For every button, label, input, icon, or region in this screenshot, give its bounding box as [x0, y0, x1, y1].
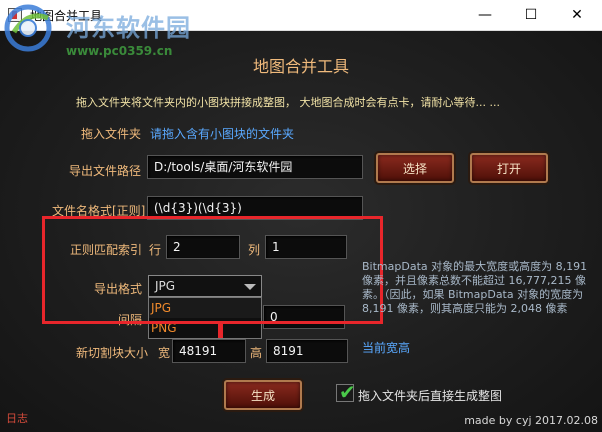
close-button[interactable]: ✕ — [554, 0, 600, 30]
watermark-site-name: 河东软件园 — [66, 13, 191, 42]
maximize-button[interactable]: ☐ — [508, 0, 554, 30]
open-button[interactable]: 打开 — [470, 153, 548, 183]
width-input[interactable]: 48191 — [172, 339, 246, 363]
new-tile-size-label: 新切割块大小 — [76, 346, 149, 360]
check-icon: ✔ — [339, 380, 356, 404]
current-size-link[interactable]: 当前宽高 — [362, 339, 410, 356]
info-text: BitmapData 对象的最大宽度或高度为 8,191 像素，并且像素总数不能… — [362, 260, 588, 315]
highlight-box — [42, 216, 383, 324]
generate-button[interactable]: 生成 — [224, 380, 302, 410]
drag-folder-label: 拖入文件夹 — [81, 127, 142, 141]
choose-button[interactable]: 选择 — [376, 153, 454, 183]
log-link[interactable]: 日志 — [6, 410, 28, 426]
height-input[interactable]: 8191 — [266, 339, 348, 363]
auto-generate-checkbox[interactable]: ✔ — [336, 380, 356, 404]
auto-generate-label: 拖入文件夹后直接生成整图 — [358, 389, 503, 403]
highlight-pointer — [218, 324, 223, 338]
made-by-text: made by cyj 2017.02.08 — [464, 414, 598, 427]
watermark-url: www.pc0359.cn — [66, 44, 173, 58]
intro-text: 拖入文件夹将文件夹内的小图块拼接成整图， 大地图合成时会有点卡，请耐心等待...… — [76, 96, 500, 109]
main-panel: 地图合并工具 拖入文件夹将文件夹内的小图块拼接成整图， 大地图合成时会有点卡，请… — [0, 31, 602, 432]
export-path-label: 导出文件路径 — [69, 164, 142, 178]
drag-folder-hint[interactable]: 请拖入含有小图块的文件夹 — [150, 125, 294, 142]
export-path-input[interactable]: D:/tools/桌面/河东软件园 — [147, 155, 363, 179]
minimize-button[interactable]: — — [462, 0, 508, 30]
watermark-logo-icon — [4, 4, 52, 52]
height-label: 高 — [250, 346, 263, 360]
width-label: 宽 — [158, 346, 171, 360]
